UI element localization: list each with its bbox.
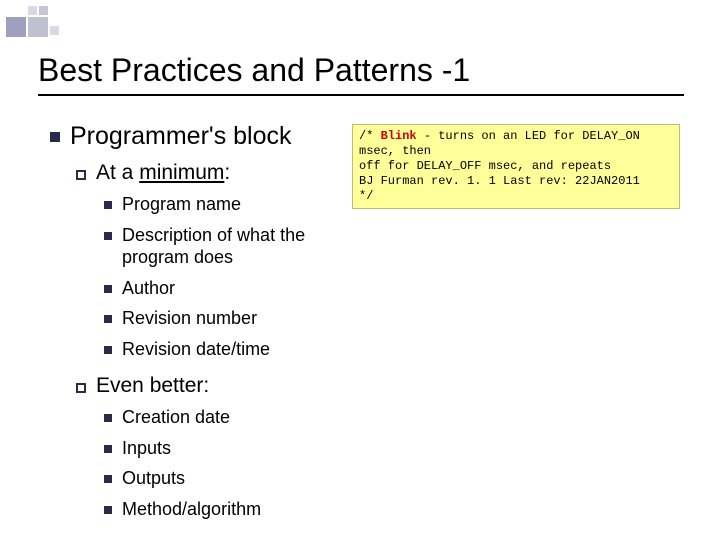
list-item: Creation date xyxy=(122,406,230,429)
bullet-icon xyxy=(104,475,112,483)
bullet-icon xyxy=(104,414,112,422)
outline: Programmer's block At a minimum: Program… xyxy=(50,118,338,520)
slide-title: Best Practices and Patterns -1 xyxy=(38,52,470,89)
code-keyword: Blink xyxy=(381,129,417,143)
bullet-icon xyxy=(104,201,112,209)
corner-decoration xyxy=(6,6,58,40)
text-underlined: minimum xyxy=(139,161,224,184)
bullet-icon xyxy=(104,506,112,514)
bullet-hollow-icon xyxy=(76,170,86,180)
list-item: Author xyxy=(122,277,175,300)
code-line: off for DELAY_OFF msec, and repeats xyxy=(359,159,673,174)
code-comment-example: /* Blink - turns on an LED for DELAY_ON … xyxy=(352,124,680,209)
code-line: /* Blink - turns on an LED for DELAY_ON … xyxy=(359,129,673,159)
text-prefix: At a xyxy=(96,161,139,184)
code-line: BJ Furman rev. 1. 1 Last rev: 22JAN2011 xyxy=(359,174,673,189)
code-text: /* xyxy=(359,129,381,143)
bullet-icon xyxy=(104,445,112,453)
list-item: Outputs xyxy=(122,467,185,490)
bullet-icon xyxy=(104,315,112,323)
bullet-icon xyxy=(50,132,60,142)
code-line: */ xyxy=(359,189,673,204)
list-item: Inputs xyxy=(122,437,171,460)
bullet-icon xyxy=(104,285,112,293)
section-label-better: Even better: xyxy=(96,374,209,398)
bullet-icon xyxy=(104,346,112,354)
bullet-icon xyxy=(104,232,112,240)
outline-heading: Programmer's block xyxy=(70,122,292,151)
title-underline xyxy=(38,94,684,96)
text-suffix: : xyxy=(224,161,230,184)
list-item: Program name xyxy=(122,193,241,216)
list-item: Method/algorithm xyxy=(122,498,261,521)
list-item: Description of what the program does xyxy=(122,224,338,269)
list-item: Revision date/time xyxy=(122,338,270,361)
list-item: Revision number xyxy=(122,307,257,330)
bullet-hollow-icon xyxy=(76,383,86,393)
section-label-minimum: At a minimum: xyxy=(96,161,230,185)
